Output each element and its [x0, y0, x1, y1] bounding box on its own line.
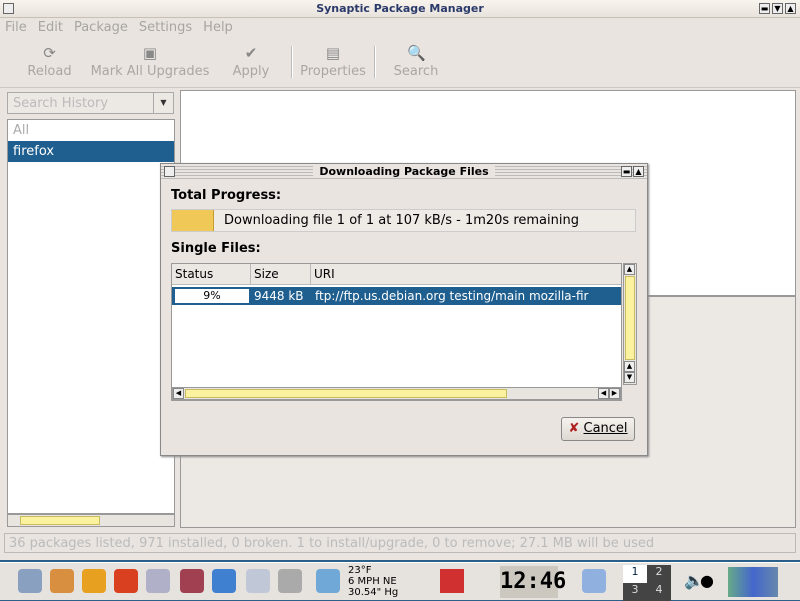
scroll-up-icon[interactable]: ▲ — [624, 264, 635, 275]
app-launcher-icon[interactable] — [82, 569, 106, 593]
dialog-maximize-button[interactable]: ▲ — [633, 166, 644, 177]
progress-fill — [172, 210, 214, 231]
reload-label: Reload — [27, 64, 72, 79]
scrollbar-thumb[interactable] — [625, 276, 635, 360]
minimize-button[interactable]: ▬ — [759, 3, 770, 14]
dialog-title: Downloading Package Files — [313, 165, 495, 178]
network-icon[interactable] — [212, 569, 236, 593]
app-icon[interactable] — [582, 569, 606, 593]
title-bar: Synaptic Package Manager ▬ ▼ ▲ — [0, 0, 800, 18]
app-launcher-icon[interactable] — [50, 569, 74, 593]
mark-all-label: Mark All Upgrades — [90, 64, 210, 79]
sidebar-scrollbar[interactable] — [7, 514, 175, 527]
pressure: 30.54" Hg — [348, 587, 399, 598]
clock[interactable]: 12:46 — [500, 566, 566, 598]
scroll-up-icon[interactable]: ▲ — [624, 361, 635, 372]
maximize-button[interactable]: ▲ — [785, 3, 796, 14]
desktop-pager: 1 2 3 4 — [623, 565, 671, 601]
desktop-4[interactable]: 4 — [647, 583, 671, 601]
status-bar: 36 packages listed, 971 installed, 0 bro… — [4, 533, 796, 553]
toolbar-separator — [291, 46, 293, 78]
size-cell: 9448 kB — [254, 289, 304, 303]
menu-edit[interactable]: Edit — [33, 18, 69, 38]
bomb-icon[interactable]: ● — [700, 571, 714, 590]
apply-label: Apply — [232, 64, 270, 79]
app-launcher-icon[interactable] — [180, 569, 204, 593]
scroll-down-icon[interactable]: ▼ — [624, 372, 635, 383]
desktop-2[interactable]: 2 — [647, 565, 671, 583]
memory-monitor-icon[interactable] — [440, 569, 464, 593]
temperature: 23°F — [348, 565, 372, 576]
system-tray[interactable] — [728, 567, 778, 597]
column-uri[interactable]: URI — [311, 264, 621, 285]
scroll-right-icon[interactable]: ▶ — [609, 388, 620, 399]
table-vscrollbar[interactable]: ▲ ▲ ▼ — [623, 263, 637, 385]
mail-icon[interactable] — [146, 569, 170, 593]
apply-button[interactable]: ✔ Apply — [226, 38, 276, 86]
column-status[interactable]: Status — [172, 264, 251, 285]
kde-panel: 23°F 6 MPH NE 30.54" Hg 12:46 1 2 3 4 🔈 … — [0, 562, 800, 601]
search-icon: 🔍 — [407, 44, 426, 62]
cancel-icon: ✘ — [568, 421, 580, 436]
menu-help[interactable]: Help — [198, 18, 239, 38]
app-launcher-icon[interactable] — [114, 569, 138, 593]
files-table: Status Size URI 9% 9448 kB ftp://ftp.us.… — [171, 263, 622, 401]
menu-bar: File Edit Package Settings Help — [0, 18, 800, 38]
scrollbar-thumb[interactable] — [185, 389, 507, 398]
toolbar-separator — [374, 46, 376, 78]
uri-cell: ftp://ftp.us.debian.org testing/main moz… — [315, 289, 589, 303]
combo-value: Search History — [13, 96, 109, 111]
desktop-1[interactable]: 1 — [623, 565, 647, 583]
progress-text: Downloading file 1 of 1 at 107 kB/s - 1m… — [224, 213, 579, 228]
table-row[interactable]: 9% 9448 kB ftp://ftp.us.debian.org testi… — [172, 287, 621, 305]
menu-file[interactable]: File — [0, 18, 33, 38]
window-title: Synaptic Package Manager — [316, 2, 484, 15]
download-dialog: Downloading Package Files ▬ ▲ Total Prog… — [160, 163, 648, 456]
scroll-left-icon[interactable]: ◀ — [598, 388, 609, 399]
dialog-menu-button[interactable] — [164, 166, 175, 177]
window-menu-button[interactable] — [3, 3, 14, 14]
reload-button[interactable]: ⟳ Reload — [22, 38, 77, 86]
properties-icon: ▤ — [325, 44, 341, 62]
chevron-down-icon[interactable]: ▼ — [153, 93, 173, 113]
total-progress-bar: Downloading file 1 of 1 at 107 kB/s - 1m… — [171, 209, 636, 232]
properties-button[interactable]: ▤ Properties — [298, 38, 368, 86]
shade-button[interactable]: ▼ — [772, 3, 783, 14]
filter-list: All firefox — [7, 119, 175, 514]
app-launcher-icon[interactable] — [278, 569, 302, 593]
single-files-label: Single Files: — [171, 241, 261, 256]
kde-menu-icon[interactable] — [18, 569, 42, 593]
cancel-label: Cancel — [583, 421, 628, 436]
weather-readout: 23°F 6 MPH NE 30.54" Hg — [348, 565, 398, 598]
dialog-title-bar: Downloading Package Files ▬ ▲ — [161, 164, 647, 179]
total-progress-label: Total Progress: — [171, 188, 282, 203]
file-progress-cell: 9% — [175, 289, 249, 303]
scroll-left-icon[interactable]: ◀ — [173, 388, 184, 399]
list-item[interactable]: All — [8, 120, 174, 141]
weather-icon — [316, 569, 340, 593]
cancel-button[interactable]: ✘ Cancel — [561, 417, 635, 441]
menu-settings[interactable]: Settings — [134, 18, 198, 38]
menu-package[interactable]: Package — [69, 18, 134, 38]
column-size[interactable]: Size — [251, 264, 311, 285]
wind: 6 MPH NE — [348, 576, 397, 587]
search-history-combo[interactable]: Search History ▼ — [7, 92, 174, 114]
reload-icon: ⟳ — [43, 44, 56, 62]
checkmark-icon: ✔ — [244, 44, 258, 62]
table-hscrollbar[interactable]: ◀ ◀ ▶ — [172, 387, 621, 400]
upgrade-icon: ▣ — [142, 44, 158, 62]
desktop-3[interactable]: 3 — [623, 583, 647, 601]
scrollbar-thumb[interactable] — [20, 516, 100, 525]
search-label: Search — [393, 64, 439, 79]
list-item[interactable]: firefox — [8, 141, 174, 162]
mark-all-upgrades-button[interactable]: ▣ Mark All Upgrades — [88, 38, 212, 86]
search-button[interactable]: 🔍 Search — [390, 38, 442, 86]
editor-icon[interactable] — [246, 569, 270, 593]
dialog-minimize-button[interactable]: ▬ — [621, 166, 632, 177]
properties-label: Properties — [300, 64, 366, 79]
toolbar: ⟳ Reload ▣ Mark All Upgrades ✔ Apply ▤ Prope… — [0, 38, 800, 88]
